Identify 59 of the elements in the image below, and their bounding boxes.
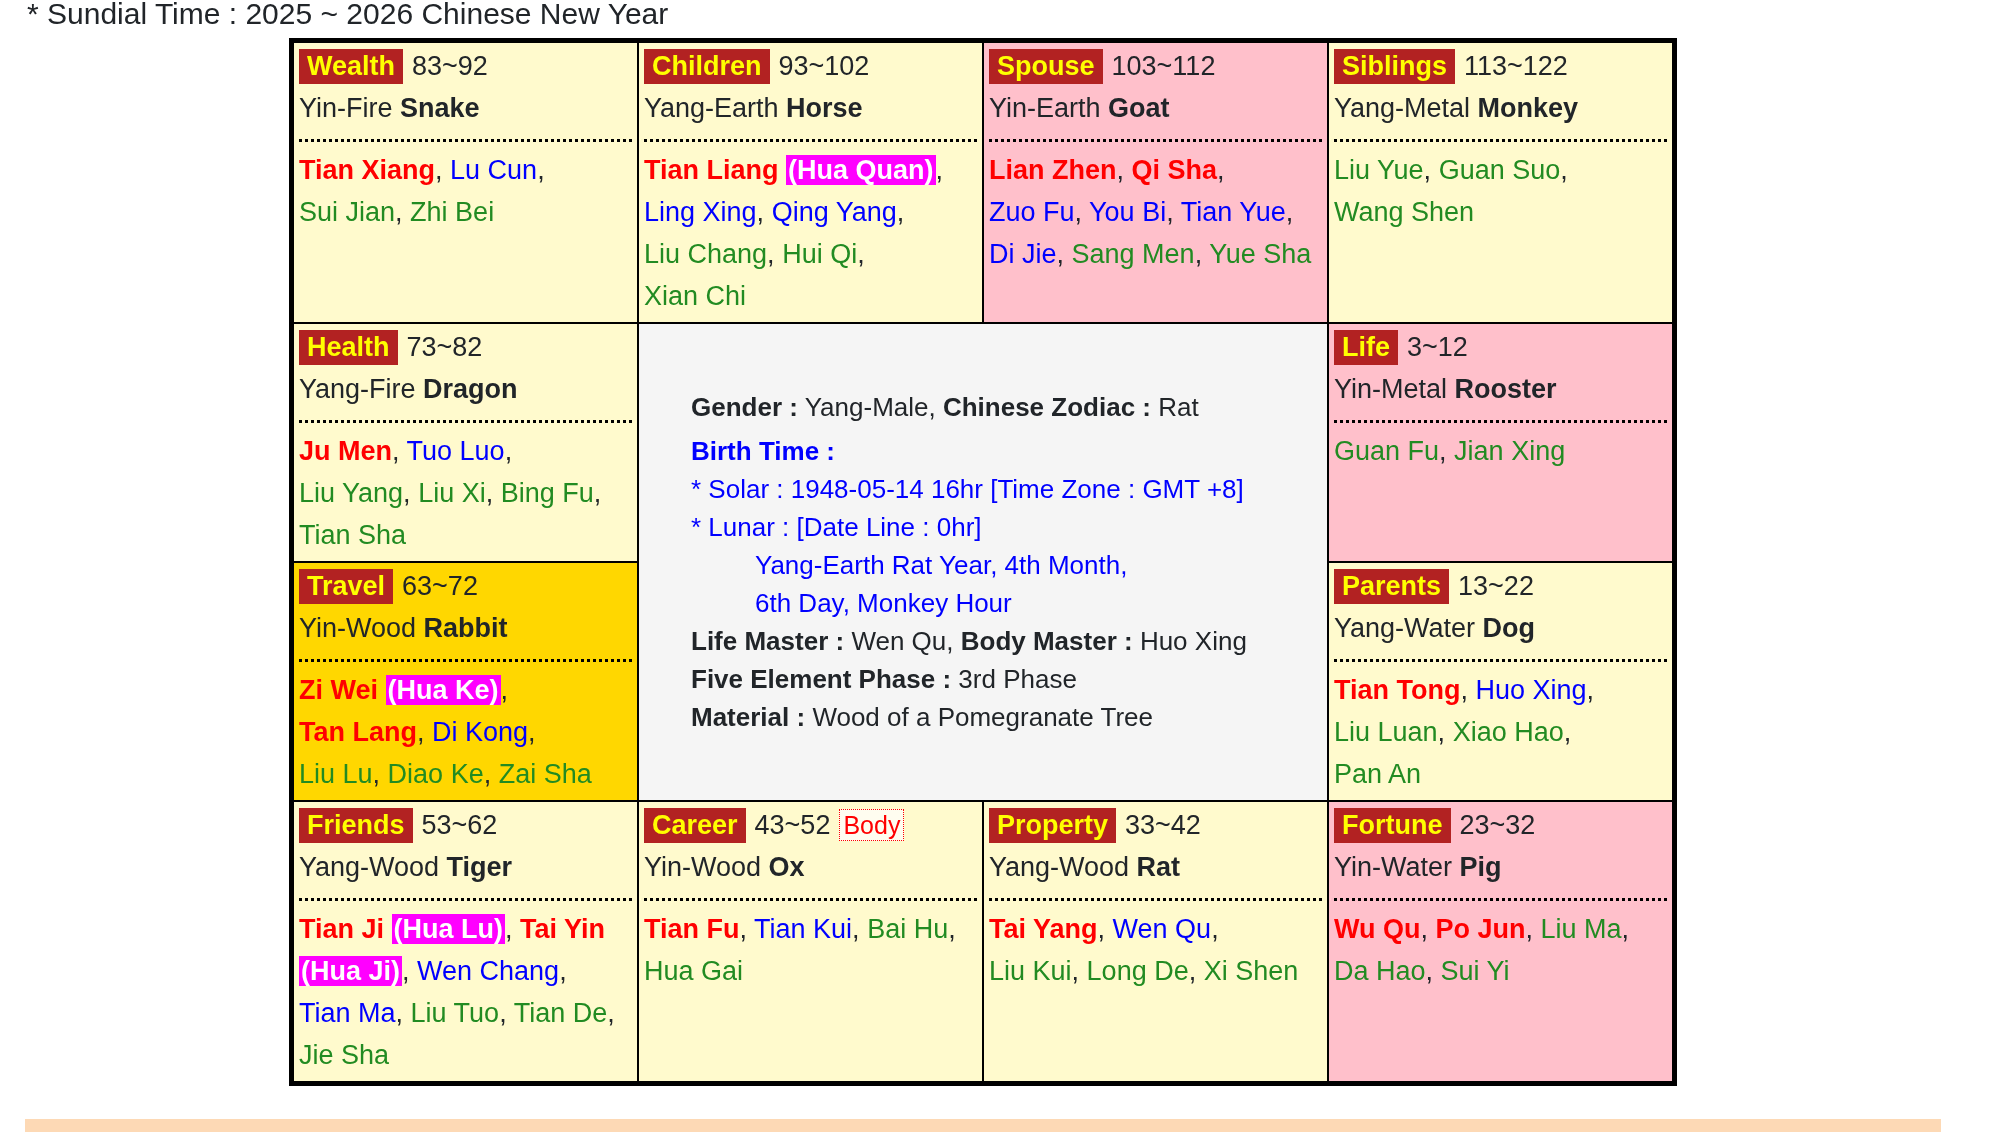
stem-branch-text: Yang-Fire Dragon bbox=[299, 373, 518, 406]
chart-detail-line: Life Master : Wen Qu, Body Master : Huo Xing bbox=[691, 625, 1247, 658]
star-list: Ju Men, Tuo Luo, Liu Yang, Liu Xi, Bing Fu, Tian Sha bbox=[299, 423, 602, 556]
stem-branch-text: Yang-Wood Rat bbox=[989, 851, 1181, 884]
star-list: Guan Fu, Jian Xing bbox=[1334, 423, 1566, 472]
chart-detail-line: Five Element Phase : 3rd Phase bbox=[691, 663, 1077, 696]
body-tag: Body bbox=[839, 809, 905, 841]
birth-time-line: Yang-Earth Rat Year, 4th Month, bbox=[755, 549, 1128, 582]
birth-time-line: * Solar : 1948-05-14 16hr [Time Zone : GMT +8] bbox=[691, 473, 1244, 506]
palace-label: Fortune bbox=[1334, 807, 1451, 843]
star-list: Tian Ji (Hua Lu), Tai Yin (Hua Ji), Wen Chang, Tian Ma, Liu Tuo, Tian De, Jie Sha bbox=[299, 901, 615, 1076]
palace-label: Career bbox=[644, 807, 746, 843]
stem-branch-text: Yin-Wood Ox bbox=[644, 851, 805, 884]
stem-branch-text: Yin-Water Pig bbox=[1334, 851, 1502, 884]
palace-label: Siblings bbox=[1334, 48, 1455, 84]
age-range: 43~52 bbox=[754, 808, 831, 842]
chart-detail-line: Gender : Yang-Male, Chinese Zodiac : Rat bbox=[691, 391, 1199, 424]
palace-label: Property bbox=[989, 807, 1117, 843]
star-list: Liu Yue, Guan Suo, Wang Shen bbox=[1334, 142, 1568, 233]
age-range: 3~12 bbox=[1407, 330, 1468, 364]
stem-branch-text: Yang-Metal Monkey bbox=[1334, 92, 1579, 125]
star-list: Tian Tong, Huo Xing, Liu Luan, Xiao Hao, Pan An bbox=[1334, 662, 1595, 795]
birth-time-heading: Birth Time : bbox=[691, 435, 835, 468]
stem-branch-text: Yang-Water Dog bbox=[1334, 612, 1536, 645]
palace-label: Children bbox=[644, 48, 770, 84]
age-range: 63~72 bbox=[402, 569, 478, 603]
chart-detail-line: Material : Wood of a Pomegranate Tree bbox=[691, 701, 1153, 734]
stem-branch-text: Yin-Fire Snake bbox=[299, 92, 480, 125]
star-list: Lian Zhen, Qi Sha, Zuo Fu, You Bi, Tian Yue, Di Jie, Sang Men, Yue Sha bbox=[989, 142, 1312, 275]
palace-label: Parents bbox=[1334, 568, 1450, 604]
age-range: 23~32 bbox=[1459, 808, 1536, 842]
stem-branch-text: Yang-Wood Tiger bbox=[299, 851, 513, 884]
stem-branch-text: Yin-Earth Goat bbox=[989, 92, 1170, 125]
palace-label: Friends bbox=[299, 807, 413, 843]
star-list: Tian Fu, Tian Kui, Bai Hu, Hua Gai bbox=[644, 901, 956, 992]
age-range: 93~102 bbox=[778, 49, 870, 83]
star-list: Wu Qu, Po Jun, Liu Ma, Da Hao, Sui Yi bbox=[1334, 901, 1630, 992]
star-list: Tian Xiang, Lu Cun, Sui Jian, Zhi Bei bbox=[299, 142, 545, 233]
palace-label: Wealth bbox=[299, 48, 403, 84]
age-range: 73~82 bbox=[406, 330, 483, 364]
palace-label: Travel bbox=[299, 568, 394, 604]
birth-time-line: * Lunar : [Date Line : 0hr] bbox=[691, 511, 982, 544]
stem-branch-text: Yin-Metal Rooster bbox=[1334, 373, 1557, 406]
age-range: 53~62 bbox=[421, 808, 498, 842]
stem-branch-text: Yang-Earth Horse bbox=[644, 92, 863, 125]
birth-time-line: 6th Day, Monkey Hour bbox=[755, 587, 1012, 620]
age-range: 83~92 bbox=[412, 49, 488, 83]
palace-label: Spouse bbox=[989, 48, 1103, 84]
age-range: 113~122 bbox=[1464, 49, 1568, 83]
palace-label: Health bbox=[299, 329, 398, 365]
star-list: Tian Liang (Hua Quan), Ling Xing, Qing Yang, Liu Chang, Hui Qi, Xian Chi bbox=[644, 142, 944, 317]
star-list: Zi Wei (Hua Ke), Tan Lang, Di Kong, Liu Lu, Diao Ke, Zai Sha bbox=[299, 662, 592, 795]
star-list: Tai Yang, Wen Qu, Liu Kui, Long De, Xi Shen bbox=[989, 901, 1299, 992]
age-range: 33~42 bbox=[1125, 808, 1201, 842]
chart-title: * Sundial Time : 2025 ~ 2026 Chinese New Year bbox=[26, 0, 669, 28]
stem-branch-text: Yin-Wood Rabbit bbox=[299, 612, 508, 645]
age-range: 103~112 bbox=[1111, 49, 1216, 83]
age-range: 13~22 bbox=[1458, 569, 1534, 603]
palace-label: Life bbox=[1334, 329, 1398, 365]
